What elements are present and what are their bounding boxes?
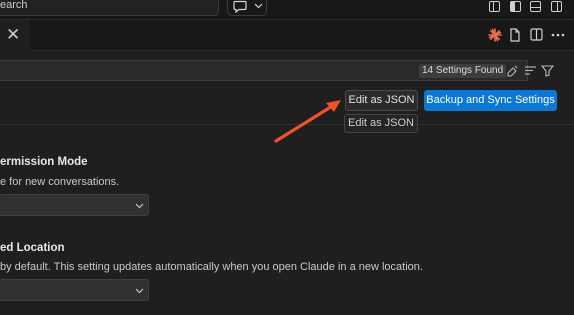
chevron-down-icon bbox=[254, 3, 263, 9]
edit-as-json-tooltip: Edit as JSON bbox=[344, 114, 418, 133]
command-center-search[interactable] bbox=[0, 0, 219, 16]
permission-mode-dropdown[interactable] bbox=[0, 194, 149, 216]
settings-found-badge: 14 Settings Found bbox=[419, 64, 507, 78]
filter-icon[interactable] bbox=[541, 64, 554, 77]
backup-and-sync-button[interactable]: Backup and Sync Settings bbox=[424, 90, 557, 111]
comment-sparkle-icon bbox=[233, 0, 247, 13]
chevron-down-icon bbox=[135, 288, 144, 294]
chevron-down-icon bbox=[135, 203, 144, 209]
setting-description-permission-mode: e for new conversations. bbox=[0, 176, 120, 188]
open-file-icon[interactable] bbox=[509, 28, 521, 42]
more-actions-icon[interactable] bbox=[551, 33, 565, 37]
edit-as-json-button[interactable]: Edit as JSON bbox=[345, 90, 418, 111]
layout-editor-icon[interactable] bbox=[489, 1, 500, 12]
setting-title-permission-mode: ermission Mode bbox=[0, 156, 88, 168]
location-dropdown[interactable] bbox=[0, 279, 149, 301]
toggle-sidebar-icon[interactable] bbox=[510, 1, 521, 12]
claude-asterisk-icon[interactable] bbox=[488, 28, 502, 42]
filter-list-icon[interactable] bbox=[524, 64, 537, 77]
chat-button[interactable] bbox=[227, 0, 267, 16]
command-center-search-text: earch bbox=[0, 0, 28, 11]
close-icon[interactable]: ✕ bbox=[6, 25, 20, 45]
annotation-arrow-icon bbox=[274, 100, 341, 143]
toggle-panel-icon[interactable] bbox=[530, 1, 541, 12]
setting-title-location: ed Location bbox=[0, 242, 65, 254]
setting-description-location: by default. This setting updates automat… bbox=[0, 261, 423, 273]
clear-icon[interactable] bbox=[506, 64, 519, 77]
toggle-secondary-sidebar-icon[interactable] bbox=[551, 1, 562, 12]
split-editor-icon[interactable] bbox=[530, 28, 543, 41]
